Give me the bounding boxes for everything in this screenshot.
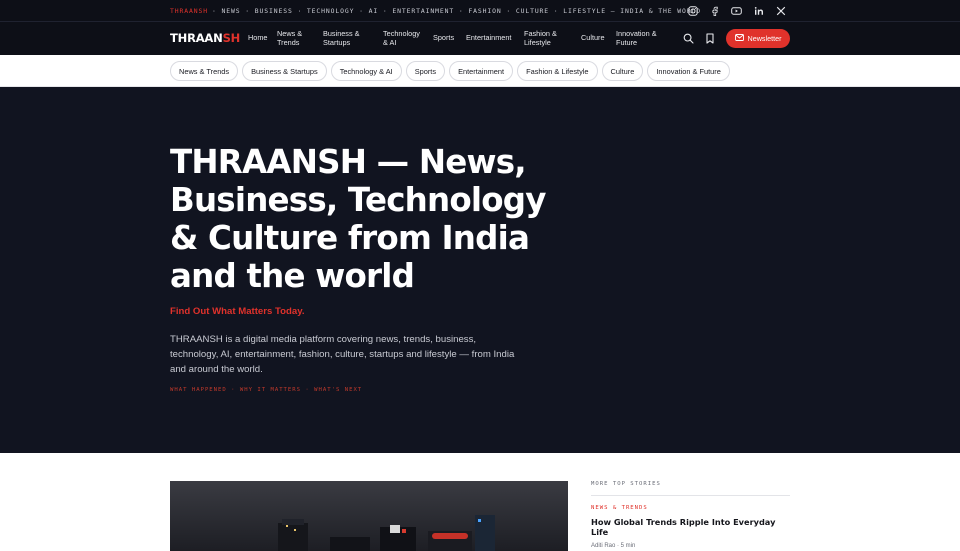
mail-icon xyxy=(734,34,744,43)
hero-title: THRAANSH — News, Business, Technology & … xyxy=(170,143,546,295)
hero-tagline: Find Out What Matters Today. xyxy=(170,306,305,317)
nav-link-culture[interactable]: Culture xyxy=(581,34,605,43)
top-strip: THRAANSH · NEWS · BUSINESS · TECHNOLOGY … xyxy=(0,0,960,22)
featured-story-image[interactable] xyxy=(170,481,568,551)
category-pill-entertainment[interactable]: Entertainment xyxy=(449,61,514,81)
category-pill-technology-ai[interactable]: Technology & AI xyxy=(330,61,402,81)
instagram-icon[interactable] xyxy=(686,4,699,17)
category-pills: News & Trends Business & Startups Techno… xyxy=(170,61,730,81)
search-icon[interactable] xyxy=(682,32,694,44)
social-links xyxy=(686,4,787,17)
more-top-stories: MORE TOP STORIES NEWS & TRENDS How Globa… xyxy=(591,481,790,549)
category-pill-innovation-future[interactable]: Innovation & Future xyxy=(647,61,730,81)
hero-pillars: WHAT HAPPENED · WHY IT MATTERS · WHAT'S … xyxy=(170,387,363,393)
ticker-topics: · NEWS · BUSINESS · TECHNOLOGY · AI · EN… xyxy=(211,6,701,15)
nav-link-technology-ai[interactable]: Technology & AI xyxy=(383,29,421,47)
newsletter-label: Newsletter xyxy=(747,34,782,43)
facebook-icon[interactable] xyxy=(708,4,721,17)
nav-link-business-startups[interactable]: Business & Startups xyxy=(323,29,371,47)
nav-links: Home News & Trends Business & Startups T… xyxy=(248,22,674,55)
hero-section: THRAANSH — News, Business, Technology & … xyxy=(0,87,960,453)
topic-ticker: THRAANSH · NEWS · BUSINESS · TECHNOLOGY … xyxy=(170,0,701,21)
nav-link-news-trends[interactable]: News & Trends xyxy=(277,29,311,47)
category-pill-sports[interactable]: Sports xyxy=(405,61,446,81)
youtube-icon[interactable] xyxy=(730,4,743,17)
nav-link-entertainment[interactable]: Entertainment xyxy=(466,34,512,43)
category-bar: News & Trends Business & Startups Techno… xyxy=(0,55,960,87)
nav-link-innovation-future[interactable]: Innovation & Future xyxy=(616,29,662,47)
nav-link-home[interactable]: Home xyxy=(248,34,267,43)
nav-link-fashion-lifestyle[interactable]: Fashion & Lifestyle xyxy=(524,29,569,47)
category-pill-culture[interactable]: Culture xyxy=(601,61,644,81)
hero-description: THRAANSH is a digital media platform cov… xyxy=(170,334,515,375)
logo-main: THRAAN xyxy=(170,31,223,45)
x-icon[interactable] xyxy=(774,4,787,17)
bookmark-icon[interactable] xyxy=(704,32,716,44)
story-meta: Aditi Rao · 5 min xyxy=(591,543,636,549)
ticker-brand: THRAANSH xyxy=(170,6,208,15)
nav-actions xyxy=(682,32,716,44)
site-logo[interactable]: THRAANSH xyxy=(170,31,240,45)
nav-link-sports[interactable]: Sports xyxy=(433,34,454,43)
category-pill-business-startups[interactable]: Business & Startups xyxy=(242,61,327,81)
logo-accent: SH xyxy=(222,31,241,45)
linkedin-icon[interactable] xyxy=(752,4,765,17)
category-pill-news-trends[interactable]: News & Trends xyxy=(170,61,239,81)
category-pill-fashion-lifestyle[interactable]: Fashion & Lifestyle xyxy=(517,61,598,81)
story-title[interactable]: How Global Trends Ripple Into Everyday L… xyxy=(591,517,790,537)
top-stories-section: MORE TOP STORIES NEWS & TRENDS How Globa… xyxy=(0,453,960,551)
story-kicker[interactable]: NEWS & TRENDS xyxy=(591,505,790,511)
newsletter-button[interactable]: Newsletter xyxy=(726,29,790,48)
sidebar-heading: MORE TOP STORIES xyxy=(591,481,790,496)
main-nav: THRAANSH Home News & Trends Business & S… xyxy=(0,22,960,55)
